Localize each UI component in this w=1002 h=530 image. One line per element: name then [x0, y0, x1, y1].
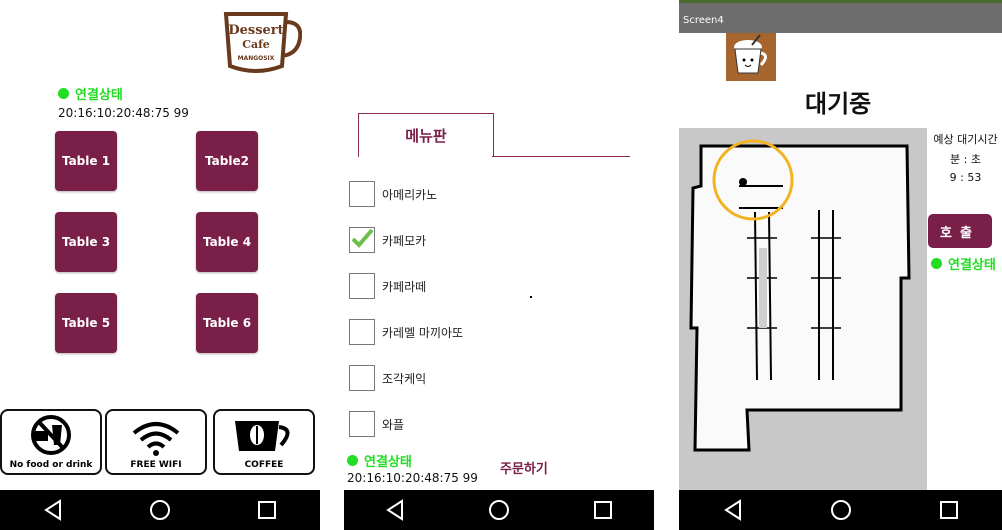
checkbox[interactable] — [349, 273, 375, 299]
checkbox[interactable] — [349, 319, 375, 345]
status-dot-icon — [347, 455, 358, 466]
table-3-button[interactable]: Table 3 — [55, 212, 117, 272]
checkbox-checked[interactable] — [349, 227, 375, 253]
device-address: 20:16:10:20:48:75 99 — [58, 106, 189, 120]
table-5-button[interactable]: Table 5 — [55, 293, 117, 353]
home-icon[interactable] — [830, 499, 852, 521]
menu-item-caramel-macchiato[interactable]: 카레멜 마끼아또 — [349, 317, 463, 347]
stray-dot — [530, 296, 532, 298]
coffee-mug-image — [726, 33, 776, 81]
table-6-button[interactable]: Table 6 — [196, 293, 258, 353]
back-icon[interactable] — [43, 499, 63, 521]
wifi-icon — [132, 422, 180, 456]
svg-text:Cafe: Cafe — [242, 38, 270, 51]
menu-item-cafe-mocha[interactable]: 카페모카 — [349, 225, 426, 255]
connection-status: 연결상태 — [347, 450, 412, 470]
checkbox[interactable] — [349, 181, 375, 207]
call-button[interactable]: 호출 — [928, 214, 992, 248]
home-icon[interactable] — [488, 499, 510, 521]
eta-label: 예상 대기시간 — [933, 133, 998, 146]
table-2-button[interactable]: Table2 — [196, 131, 258, 191]
back-icon[interactable] — [385, 499, 405, 521]
status-dot-icon — [931, 258, 942, 269]
no-food-sign: No food or drink — [0, 409, 102, 475]
menu-item-cake-slice[interactable]: 조각케익 — [349, 363, 426, 393]
no-food-caption: No food or drink — [9, 460, 93, 470]
free-wifi-sign: FREE WIFI — [105, 409, 207, 475]
android-navbar — [679, 490, 1002, 530]
menu-item-label: 카레멜 마끼아또 — [382, 325, 464, 340]
connection-status: 연결상태 — [931, 253, 996, 273]
coffee-caption: COFFEE — [244, 460, 284, 470]
checkmark-icon — [351, 228, 374, 248]
menu-item-label: 와플 — [382, 417, 405, 432]
connection-status-label: 연결상태 — [75, 88, 123, 103]
coffee-cup-icon — [235, 421, 290, 451]
eta-units: 분 : 초 — [950, 153, 981, 166]
title-bar: Screen4 — [679, 0, 1002, 33]
no-food-icon — [31, 415, 71, 455]
checkbox[interactable] — [349, 411, 375, 437]
screen-title: Screen4 — [683, 15, 724, 26]
menu-item-label: 조각케익 — [382, 371, 427, 386]
menu-item-label: 카페라떼 — [382, 279, 427, 294]
table-1-button[interactable]: Table 1 — [55, 131, 117, 191]
menu-item-waffle[interactable]: 와플 — [349, 409, 404, 439]
table-4-button[interactable]: Table 4 — [196, 212, 258, 272]
connection-status-label: 연결상태 — [364, 455, 412, 470]
eta-value: 9 : 53 — [949, 171, 982, 184]
coffee-sign: COFFEE — [213, 409, 315, 475]
svg-text:Dessert: Dessert — [228, 23, 283, 38]
tab-menu[interactable]: 메뉴판 — [358, 113, 494, 157]
android-navbar — [0, 490, 320, 530]
status-dot-icon — [58, 88, 69, 99]
robot-map — [679, 128, 927, 490]
android-navbar — [344, 490, 654, 530]
recents-icon[interactable] — [593, 500, 613, 520]
home-icon[interactable] — [149, 499, 171, 521]
menu-item-label: 카페모카 — [382, 233, 427, 248]
menu-item-label: 아메리카노 — [382, 187, 438, 202]
robot-position-icon — [739, 178, 747, 186]
device-address: 20:16:10:20:48:75 99 — [347, 471, 478, 485]
free-wifi-caption: FREE WIFI — [130, 460, 182, 470]
back-icon[interactable] — [723, 499, 743, 521]
menu-item-americano[interactable]: 아메리카노 — [349, 179, 437, 209]
checkbox[interactable] — [349, 365, 375, 391]
table-select-screen: Dessert Cafe MANGOSIX 연결상태 20:16:10:20:4… — [0, 0, 320, 530]
waiting-title: 대기중 — [805, 90, 872, 118]
svg-text:MANGOSIX: MANGOSIX — [238, 55, 275, 62]
waiting-screen: Screen4 대기중 예상 대기시간 분: 초 9: 53 호출 연결상태 — [679, 0, 1002, 530]
recents-icon[interactable] — [257, 500, 277, 520]
dessert-cafe-logo: Dessert Cafe MANGOSIX — [222, 10, 303, 76]
connection-status: 연결상태 — [58, 83, 123, 103]
menu-item-cafe-latte[interactable]: 카페라떼 — [349, 271, 426, 301]
order-button[interactable]: 주문하기 — [500, 458, 548, 477]
menu-order-screen: 메뉴판 아메리카노 카페모카 카페라떼 카레멜 마끼아또 조각케익 와플 연결상… — [344, 0, 654, 530]
connection-status-label: 연결상태 — [948, 258, 996, 273]
recents-icon[interactable] — [939, 500, 959, 520]
tab-divider — [492, 156, 630, 157]
